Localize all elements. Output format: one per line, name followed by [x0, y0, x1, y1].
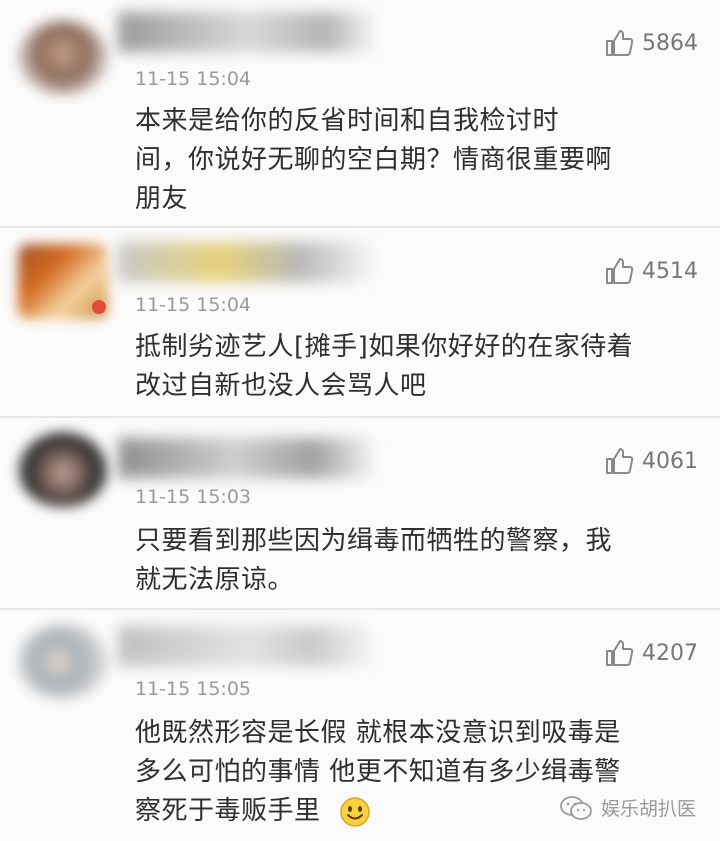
thumbs-up-icon	[606, 448, 634, 474]
comment-line: 朋友	[135, 184, 189, 214]
wechat-icon	[560, 795, 592, 820]
like-count: 5864	[642, 30, 698, 56]
like-button[interactable]: 4514	[604, 256, 698, 286]
like-button[interactable]: 5864	[604, 28, 698, 58]
username-blurred[interactable]	[118, 626, 378, 666]
comment-card: 11-15 15:04 4514 抵制劣迹艺人[摊手]如果你好好的在家待着 改过…	[0, 228, 720, 418]
comment-line: 他既然形容是长假 就根本没意识到吸毒是	[135, 718, 621, 748]
like-count: 4061	[642, 448, 698, 474]
like-button[interactable]: 4207	[604, 638, 698, 668]
comment-card: 11-15 15:04 5864 本来是给你的反省时间和自我检讨时 间，你说好无…	[0, 0, 720, 228]
comment-line: 只要看到那些因为缉毒而牺牲的警察，我	[135, 526, 613, 556]
comment-card: 11-15 15:03 4061 只要看到那些因为缉毒而牺牲的警察，我 就无法原…	[0, 418, 720, 610]
comment-text: 只要看到那些因为缉毒而牺牲的警察，我 就无法原谅。	[135, 522, 690, 600]
comment-timestamp: 11-15 15:04	[135, 294, 252, 316]
thumbs-up-icon	[606, 258, 634, 284]
watermark: 娱乐胡扒医	[559, 794, 696, 821]
comment-timestamp: 11-15 15:04	[135, 68, 252, 90]
username-blurred[interactable]	[118, 438, 378, 478]
comment-line: 间，你说好无聊的空白期？情商很重要啊	[135, 145, 613, 175]
comment-card: 11-15 15:05 4207 他既然形容是长假 就根本没意识到吸毒是 多么可…	[0, 610, 720, 841]
comment-timestamp: 11-15 15:03	[135, 486, 252, 508]
username-blurred[interactable]	[118, 242, 378, 282]
comment-line: 改过自新也没人会骂人吧	[135, 371, 427, 401]
avatar[interactable]	[18, 432, 108, 507]
comment-timestamp: 11-15 15:05	[135, 678, 252, 700]
watermark-text: 娱乐胡扒医	[600, 798, 696, 820]
comment-text: 本来是给你的反省时间和自我检讨时 间，你说好无聊的空白期？情商很重要啊 朋友	[135, 102, 690, 219]
status-dot	[92, 300, 106, 314]
comment-line: 就无法原谅。	[135, 565, 295, 595]
thumbs-up-icon	[606, 640, 634, 666]
comment-line: 多么可怕的事情 他更不知道有多少缉毒警	[135, 757, 621, 787]
like-count: 4514	[642, 258, 698, 284]
thumbs-up-icon	[606, 30, 634, 56]
username-blurred[interactable]	[118, 12, 378, 52]
avatar[interactable]	[18, 20, 108, 95]
like-count: 4207	[642, 640, 698, 666]
comment-line: 抵制劣迹艺人[摊手]如果你好好的在家待着	[135, 332, 634, 362]
comment-text: 抵制劣迹艺人[摊手]如果你好好的在家待着 改过自新也没人会骂人吧	[135, 328, 690, 406]
smiley-icon	[340, 796, 371, 827]
comment-line: 本来是给你的反省时间和自我检讨时	[135, 106, 560, 136]
comment-line: 察死于毒贩手里	[135, 796, 321, 826]
like-button[interactable]: 4061	[604, 446, 698, 476]
avatar[interactable]	[18, 624, 108, 699]
